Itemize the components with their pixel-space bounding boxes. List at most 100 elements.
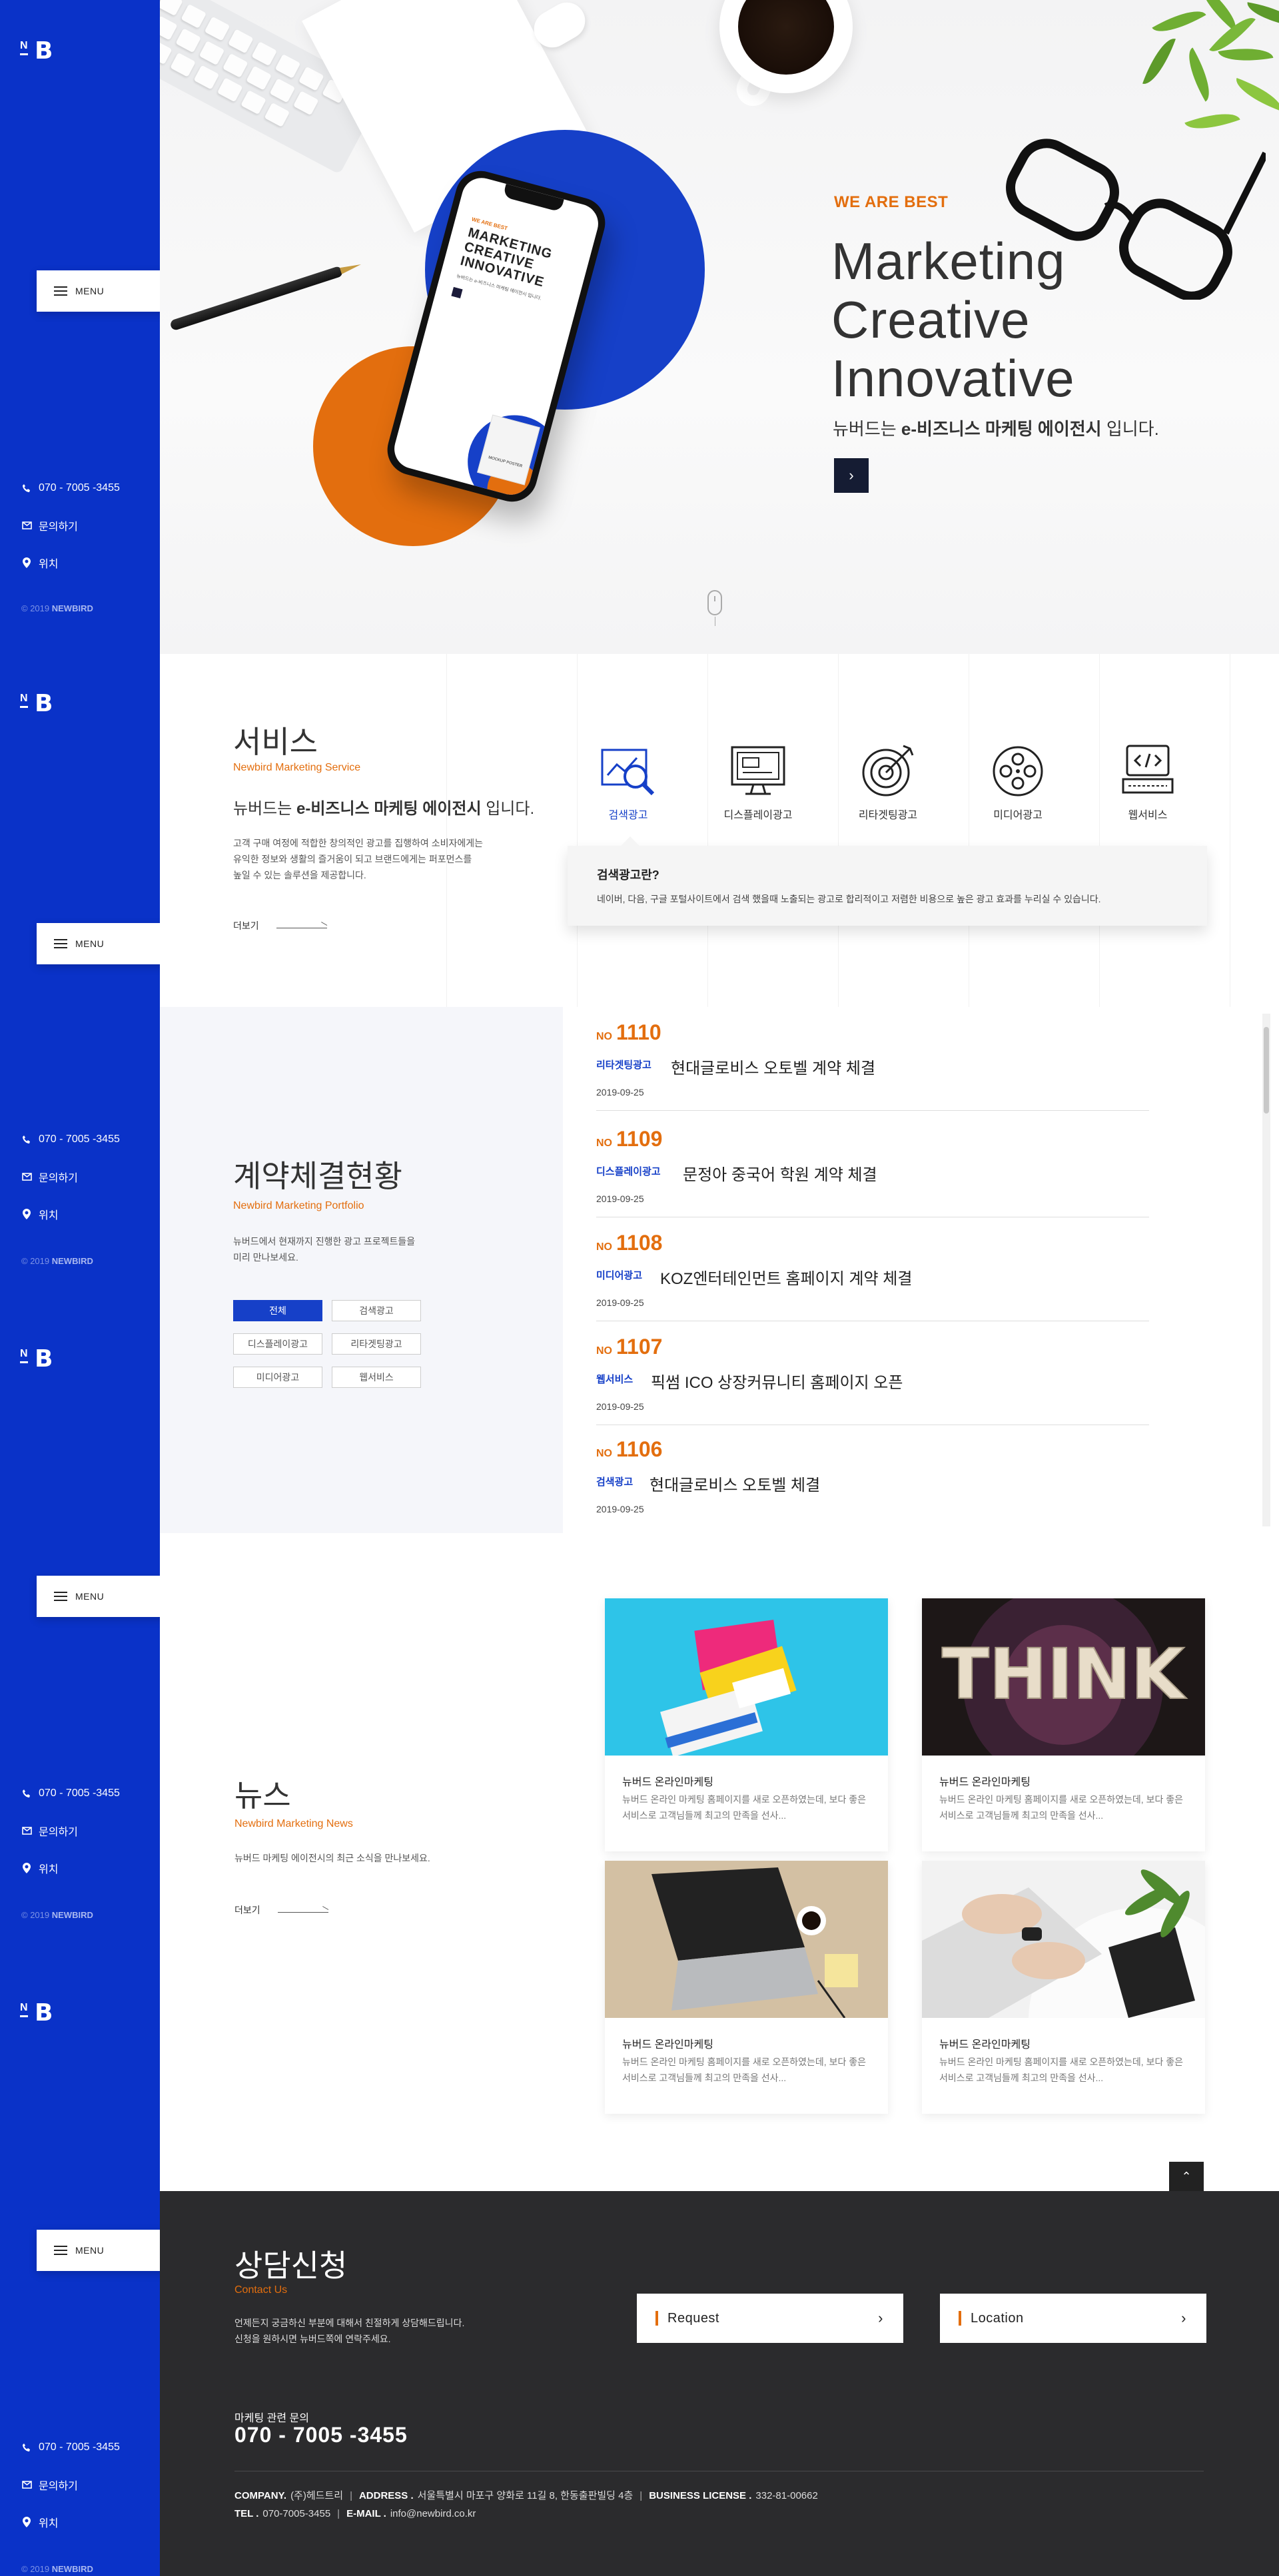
- phone-icon: [21, 483, 32, 493]
- media-reel-icon: [993, 746, 1043, 797]
- services-lead: 뉴버드는 e-비즈니스 마케팅 에이전시 입니다.: [233, 800, 535, 818]
- mail-icon: [21, 1825, 32, 1836]
- item-category: 검색광고: [596, 1476, 634, 1488]
- more-link[interactable]: 더보기: [233, 919, 327, 932]
- service-detail-box: 검색광고란? 네이버, 다음, 구글 포털사이트에서 검색 했을때 노출되는 광…: [568, 836, 1207, 926]
- service-detail-answer: 네이버, 다음, 구글 포털사이트에서 검색 했을때 노출되는 광고로 합리적이…: [597, 894, 1101, 904]
- contact-description: 언제든지 궁금하신 부분에 대해서 친절하게 상담해드립니다. 신청을 원하시면 …: [234, 2318, 465, 2344]
- service-item-web[interactable]: 웹서비스: [1091, 741, 1204, 822]
- list-item[interactable]: NO 1110 리타겟팅광고 현대글로비스 오토벨 계약 체결 2019-09-2…: [596, 1007, 1149, 1111]
- pen-image: [169, 265, 344, 332]
- brand-logo[interactable]: NB: [20, 2001, 61, 2027]
- portfolio-list: NO 1110 리타겟팅광고 현대글로비스 오토벨 계약 체결 2019-09-2…: [563, 1007, 1279, 1533]
- footer-email[interactable]: info@newbird.co.kr: [390, 2508, 476, 2519]
- menu-button[interactable]: MENU: [37, 923, 177, 964]
- long-arrow-icon: [276, 923, 327, 928]
- more-link[interactable]: 더보기: [234, 1903, 328, 1917]
- scrollbar-thumb[interactable]: [1264, 1027, 1269, 1114]
- news-card[interactable]: THINK 뉴버드 온라인마케팅 뉴버드 온라인 마케팅 홈페이지를 새로 오픈…: [922, 1598, 1205, 1851]
- news-card[interactable]: 뉴버드 온라인마케팅 뉴버드 온라인 마케팅 홈페이지를 새로 오픈하였는데, …: [605, 1598, 888, 1851]
- sidebar-phone[interactable]: 070 - 7005 -3455: [21, 1131, 120, 1148]
- mail-icon: [21, 2479, 32, 2490]
- sidebar-location[interactable]: 위치: [21, 554, 120, 571]
- sidebar-location[interactable]: 위치: [21, 1205, 120, 1223]
- svg-text:THINK: THINK: [942, 1634, 1187, 1715]
- location-button[interactable]: Location ›: [940, 2294, 1206, 2343]
- news-card[interactable]: 뉴버드 온라인마케팅 뉴버드 온라인 마케팅 홈페이지를 새로 오픈하였는데, …: [922, 1861, 1205, 2114]
- item-date: 2019-09-25: [596, 1193, 644, 1204]
- chevron-right-icon: ›: [1181, 2310, 1186, 2326]
- list-item[interactable]: NO 1109 디스플레이광고 문정아 중국어 학원 계약 체결 2019-09-…: [596, 1114, 1149, 1217]
- section-subtitle: Newbird Marketing Service: [233, 762, 361, 773]
- brand-logo[interactable]: NB: [20, 1347, 61, 1373]
- sidebar-inquiry[interactable]: 문의하기: [21, 1822, 120, 1839]
- map-pin-icon: [21, 2517, 32, 2527]
- sidebar-copyright: © 2019 NEWBIRD: [21, 603, 93, 613]
- filter-search-ad[interactable]: 검색광고: [332, 1300, 421, 1321]
- filter-all[interactable]: 전체: [233, 1300, 322, 1321]
- sidebar-inquiry-text: 문의하기: [39, 521, 78, 533]
- sidebar-copyright: © 2019 NEWBIRD: [21, 1256, 93, 1266]
- colorful-boxes-photo: [605, 1598, 888, 1756]
- hero-next-button[interactable]: ›: [834, 458, 869, 493]
- news-card[interactable]: 뉴버드 온라인마케팅 뉴버드 온라인 마케팅 홈페이지를 새로 오픈하였는데, …: [605, 1861, 888, 2114]
- request-label: Request: [667, 2310, 719, 2326]
- section-subtitle: Newbird Marketing News: [234, 1818, 353, 1829]
- left-sidebar: NB MENU 070 - 7005 -3455 문의하기 위치 © 2019 …: [0, 0, 177, 2576]
- sidebar-inquiry[interactable]: 문의하기: [21, 1168, 120, 1185]
- services-description: 고객 구매 여정에 적합한 창의적인 광고를 집행하여 소비자에게는 유익한 정보…: [233, 838, 483, 880]
- section-title: 서비스: [233, 725, 318, 759]
- sidebar-phone[interactable]: 070 - 7005 -3455: [21, 1785, 120, 1802]
- list-scrollbar[interactable]: [1262, 1014, 1270, 1526]
- sidebar-inquiry[interactable]: 문의하기: [21, 2476, 120, 2493]
- news-card-desc: 뉴버드 온라인 마케팅 홈페이지를 새로 오픈하였는데, 보다 좋은 서비스로 …: [622, 2057, 866, 2083]
- scroll-down-icon[interactable]: [707, 590, 722, 626]
- filter-media-ad[interactable]: 미디어광고: [233, 1367, 322, 1388]
- phone-icon: [21, 1788, 32, 1799]
- sidebar-phone[interactable]: 070 - 7005 -3455: [21, 2439, 120, 2456]
- hero-description: 뉴버드는 e-비즈니스 마케팅 에이전시 입니다.: [833, 419, 1159, 439]
- service-label: 검색광고: [608, 810, 648, 821]
- service-item-media[interactable]: 미디어광고: [961, 741, 1074, 822]
- hamburger-icon: [54, 286, 67, 296]
- section-subtitle: Newbird Marketing Portfolio: [233, 1200, 364, 1211]
- sidebar-location[interactable]: 위치: [21, 1859, 120, 1877]
- list-item[interactable]: NO 1106 검색광고 현대글로비스 오토벨 체결 2019-09-25: [596, 1424, 1149, 1528]
- logo-letter-n: N: [20, 40, 28, 55]
- service-item-display[interactable]: 디스플레이광고: [701, 741, 815, 822]
- map-pin-icon: [21, 557, 32, 568]
- contact-phone[interactable]: 070 - 7005 -3455: [234, 2423, 408, 2447]
- filter-web-service[interactable]: 웹서비스: [332, 1367, 421, 1388]
- news-card-title: 뉴버드 온라인마케팅: [939, 1777, 1031, 1788]
- request-button[interactable]: Request ›: [637, 2294, 903, 2343]
- service-item-retargeting[interactable]: 리타겟팅광고: [831, 741, 945, 822]
- filter-display-ad[interactable]: 디스플레이광고: [233, 1333, 322, 1355]
- menu-button[interactable]: MENU: [37, 1576, 177, 1617]
- item-title: 픽썸 ICO 상장커뮤니티 홈페이지 오픈: [651, 1374, 903, 1392]
- sidebar-location[interactable]: 위치: [21, 2513, 120, 2531]
- service-label: 리타겟팅광고: [858, 810, 918, 821]
- list-item[interactable]: NO 1108 미디어광고 KOZ엔터테인먼트 홈페이지 계약 체결 2019-0…: [596, 1217, 1149, 1321]
- news-card-title: 뉴버드 온라인마케팅: [622, 1777, 713, 1788]
- phone-icon: [21, 2442, 32, 2453]
- menu-button[interactable]: MENU: [37, 270, 177, 312]
- item-category: 리타겟팅광고: [596, 1060, 651, 1071]
- list-item[interactable]: NO 1107 웹서비스 픽썸 ICO 상장커뮤니티 홈페이지 오픈 2019-0…: [596, 1321, 1149, 1425]
- sidebar-inquiry[interactable]: 문의하기: [21, 517, 120, 534]
- contact-section: 상담신청 Contact Us 언제든지 궁금하신 부분에 대해서 친절하게 상…: [160, 2191, 1279, 2576]
- filter-retargeting-ad[interactable]: 리타겟팅광고: [332, 1333, 421, 1355]
- brand-logo[interactable]: NB: [20, 39, 61, 65]
- chevron-up-icon: ⌃: [1181, 2169, 1192, 2183]
- phone-arrow: [451, 286, 463, 299]
- back-to-top-button[interactable]: ⌃: [1169, 2162, 1204, 2191]
- portfolio-section: 계약체결현황 Newbird Marketing Portfolio 뉴버드에서…: [160, 1007, 1279, 1533]
- hero-title-line: Innovative: [831, 349, 1075, 408]
- menu-button[interactable]: MENU: [37, 2230, 177, 2271]
- service-item-search[interactable]: 검색광고: [572, 741, 685, 822]
- sidebar-phone[interactable]: 070 - 7005 -3455: [21, 480, 120, 497]
- section-title: 상담신청: [234, 2248, 348, 2283]
- news-card-desc: 뉴버드 온라인 마케팅 홈페이지를 새로 오픈하였는데, 보다 좋은 서비스로 …: [939, 2057, 1183, 2083]
- portfolio-intro: 계약체결현황 Newbird Marketing Portfolio 뉴버드에서…: [160, 1007, 563, 1533]
- sidebar-contact: 070 - 7005 -3455 문의하기 위치: [21, 1131, 120, 1243]
- brand-logo[interactable]: NB: [20, 691, 61, 718]
